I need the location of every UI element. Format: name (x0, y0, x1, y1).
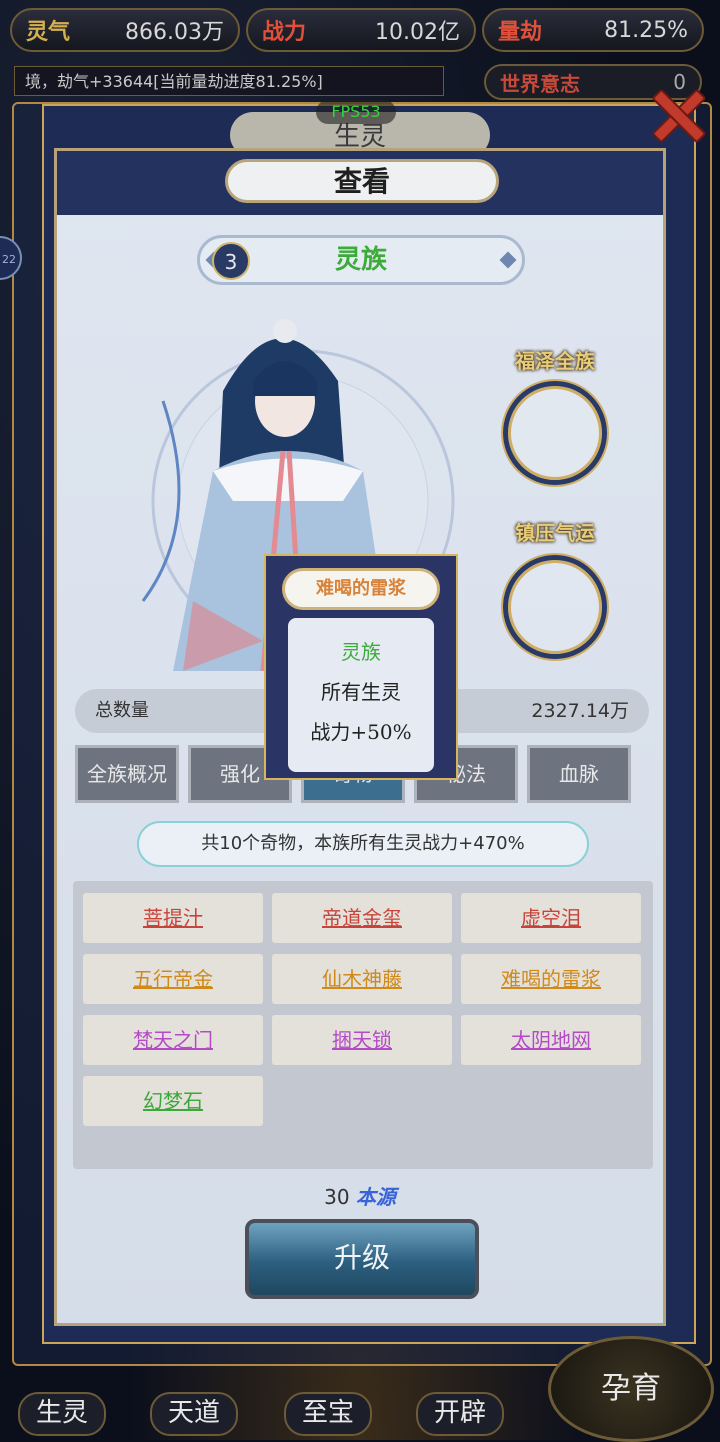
stat-label: 灵气 (26, 19, 71, 45)
stat-calamity: 量劫 81.25% (482, 8, 704, 52)
artifact-tooltip: 难喝的雷浆 灵族 所有生灵 战力+50% (264, 554, 458, 780)
artifact-item[interactable]: 五行帝金 (83, 954, 263, 1004)
slot-label: 福泽全族 (515, 349, 595, 373)
nav-breed[interactable]: 孕育 (548, 1336, 714, 1442)
nav-treasure[interactable]: 至宝 (284, 1392, 373, 1436)
suppression-slot[interactable] (503, 555, 607, 659)
stat-value: 866.03万 (125, 20, 224, 45)
stat-lingqi: 灵气 866.03万 (10, 8, 240, 52)
panel-title: 查看 (225, 159, 499, 203)
artifact-item[interactable]: 太阴地网 (461, 1015, 641, 1065)
total-label: 总数量 (95, 700, 149, 721)
total-value: 2327.14万 (531, 700, 629, 722)
tooltip-title: 难喝的雷浆 (282, 568, 440, 610)
artifact-item[interactable]: 虚空泪 (461, 893, 641, 943)
artifact-item[interactable]: 梵天之门 (83, 1015, 263, 1065)
tooltip-body: 灵族 所有生灵 战力+50% (288, 618, 434, 772)
close-icon[interactable] (648, 86, 704, 142)
stat-value: 81.25% (604, 17, 688, 43)
stat-label: 量劫 (498, 19, 543, 45)
stat-label: 战力 (262, 19, 307, 45)
race-selector[interactable]: 3 灵族 (197, 235, 525, 285)
news-ticker: 境，劫气+33644[当前量劫进度81.25%] (14, 66, 444, 96)
artifact-item[interactable]: 仙木神藤 (272, 954, 452, 1004)
artifact-item[interactable]: 幻梦石 (83, 1076, 263, 1126)
artifact-item[interactable]: 捆天锁 (272, 1015, 452, 1065)
upgrade-button[interactable]: 升级 (245, 1219, 479, 1299)
tab-overview[interactable]: 全族概况 (75, 745, 179, 803)
artifact-item[interactable]: 菩提汁 (83, 893, 263, 943)
upgrade-cost: 30 本源 (57, 1181, 663, 1210)
nav-expand[interactable]: 开辟 (416, 1392, 505, 1436)
tooltip-line: 战力+50% (310, 720, 412, 744)
blessing-slot[interactable] (503, 381, 607, 485)
fps-counter: FPS53 (316, 100, 396, 124)
slot-label: 镇压气运 (515, 521, 595, 545)
artifact-summary: 共10个奇物，本族所有生灵战力+470% (137, 821, 589, 867)
world-will-label: 世界意志 (500, 71, 580, 96)
cost-amount: 30 (324, 1185, 350, 1209)
cost-unit: 本源 (355, 1185, 396, 1209)
tab-bloodline[interactable]: 血脉 (527, 745, 631, 803)
nav-heaven[interactable]: 天道 (150, 1392, 239, 1436)
tooltip-race: 灵族 (341, 640, 381, 664)
tooltip-line: 所有生灵 (321, 680, 401, 704)
stat-power: 战力 10.02亿 (246, 8, 476, 52)
artifact-grid: 菩提汁 帝道金玺 虚空泪 五行帝金 仙木神藤 难喝的雷浆 梵天之门 捆天锁 太阴… (73, 881, 653, 1169)
nav-creatures[interactable]: 生灵 (18, 1392, 107, 1436)
race-name: 灵族 (334, 245, 387, 275)
stat-value: 10.02亿 (375, 20, 460, 45)
artifact-item[interactable]: 帝道金玺 (272, 893, 452, 943)
artifact-item[interactable]: 难喝的雷浆 (461, 954, 641, 1004)
